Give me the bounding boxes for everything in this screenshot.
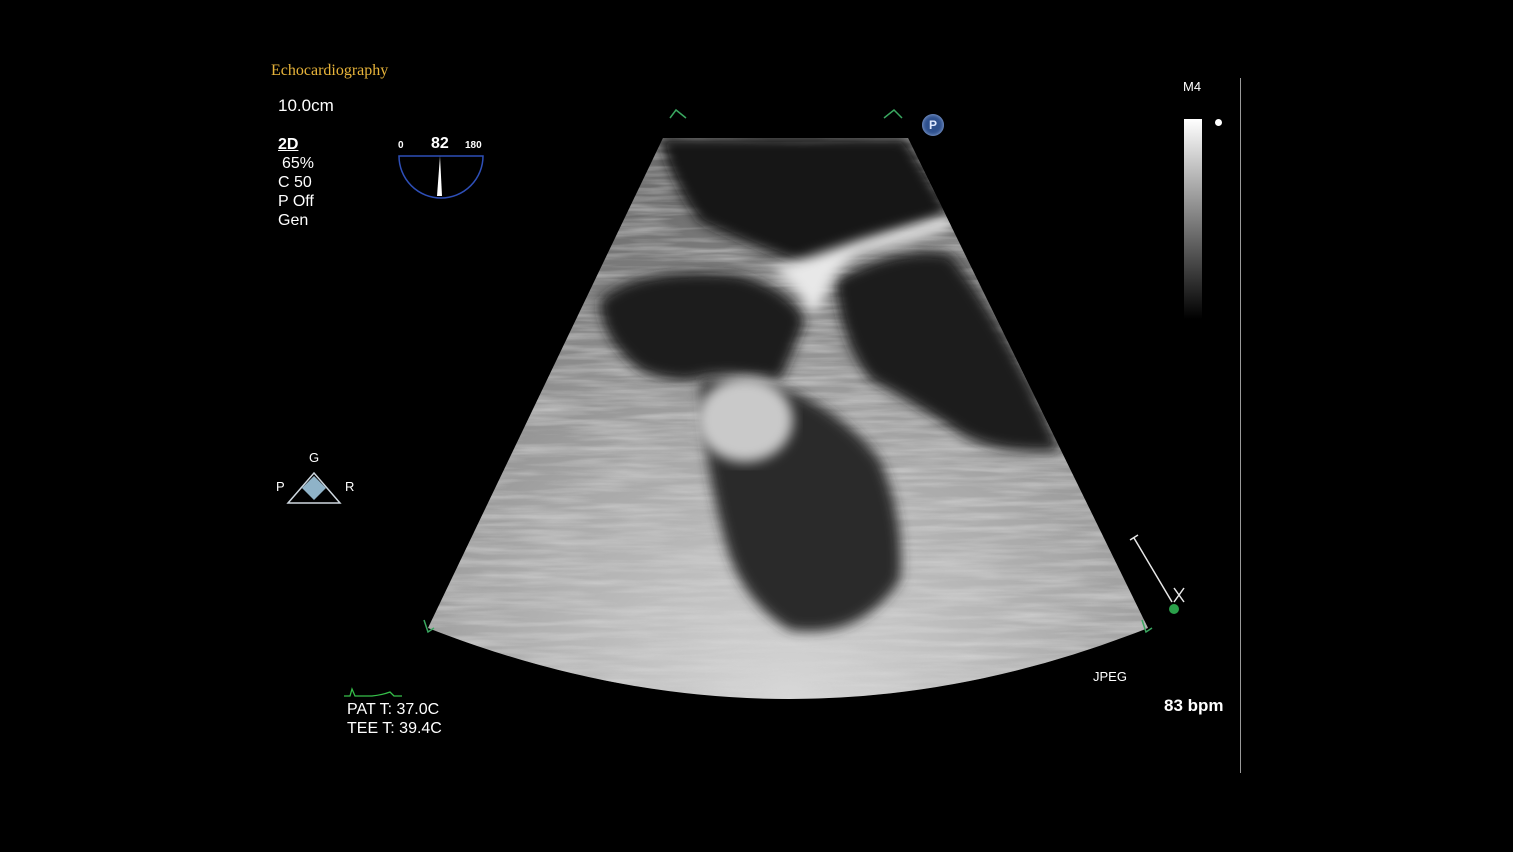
imaging-parameters: 2D 65% C 50 P Off Gen: [278, 135, 314, 230]
depth-readout: 10.0cm: [278, 96, 334, 115]
orientation-top-label: G: [309, 450, 320, 465]
temperature-readout: PAT T: 37.0C TEE T: 39.4C: [347, 700, 442, 738]
probe-angle-icon: [398, 155, 484, 199]
angle-value: 82: [431, 135, 449, 152]
depth-marker-icon: [1129, 534, 1185, 614]
page-title: Echocardiography: [271, 62, 389, 79]
orientation-left-label: P: [276, 479, 285, 494]
compress-value: C 50: [278, 174, 312, 191]
angle-max-label: 180: [465, 140, 482, 151]
format-label: JPEG: [1093, 669, 1127, 684]
ultrasound-image: [423, 108, 1153, 699]
grayscale-bar: [1184, 119, 1202, 319]
patient-temp: PAT T: 37.0C: [347, 701, 440, 718]
tee-temp: TEE T: 39.4C: [347, 720, 442, 737]
ecg-trace-icon: [344, 687, 402, 697]
probe-badge-icon: P: [922, 114, 944, 136]
angle-min-label: 0: [398, 140, 404, 151]
right-divider: [1240, 78, 1241, 773]
gain-value: 65%: [282, 155, 315, 172]
power-value: P Off: [278, 193, 314, 210]
heart-rate: 83 bpm: [1164, 696, 1224, 715]
grayscale-marker: [1215, 119, 1222, 126]
mode-label: 2D: [278, 136, 299, 153]
orientation-right-label: R: [345, 479, 355, 494]
frequency-value: Gen: [278, 212, 309, 229]
orientation-icon: [286, 471, 342, 504]
probe-label: M4: [1183, 79, 1202, 94]
